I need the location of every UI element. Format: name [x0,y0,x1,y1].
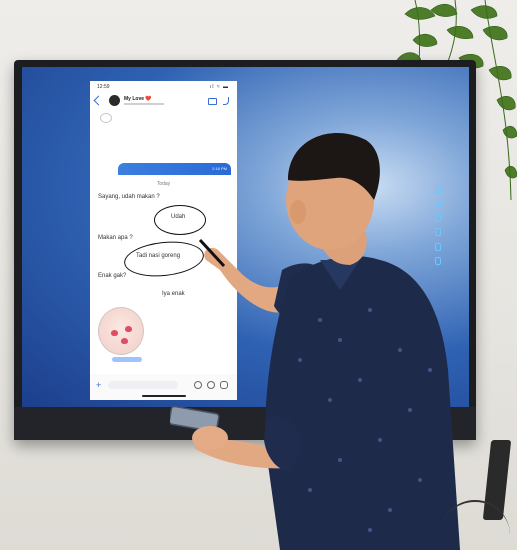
message-incoming: Makan apa ? [98,235,133,241]
pinned-icon [100,113,112,123]
status-time: 12:59 [97,84,110,90]
signal-icon: ıl ≈ ▬ [209,84,229,90]
message-incoming: Enak gak? [98,273,127,279]
status-bar: 12:59 ıl ≈ ▬ [90,81,237,93]
sticker-image[interactable] [98,307,144,355]
video-icon[interactable] [208,98,217,105]
photo-scene: 12:59 ıl ≈ ▬ My Love ❤️ 2:16 PM Today Sa… [0,0,517,550]
plus-icon[interactable]: + [96,380,101,390]
sticker-reaction [112,357,142,362]
avatar[interactable] [109,95,120,106]
call-icon[interactable] [223,97,229,105]
chat-header: My Love ❤️ [90,94,237,112]
contact-name[interactable]: My Love ❤️ [124,96,152,102]
heart-icon [125,326,132,332]
message-incoming: Sayang, udah makan ? [98,194,160,200]
heart-icon [121,338,128,344]
heart-icon [111,330,118,336]
contact-status [124,103,164,105]
presenter [170,133,460,550]
message-input[interactable] [108,381,178,389]
back-icon[interactable] [93,95,104,106]
